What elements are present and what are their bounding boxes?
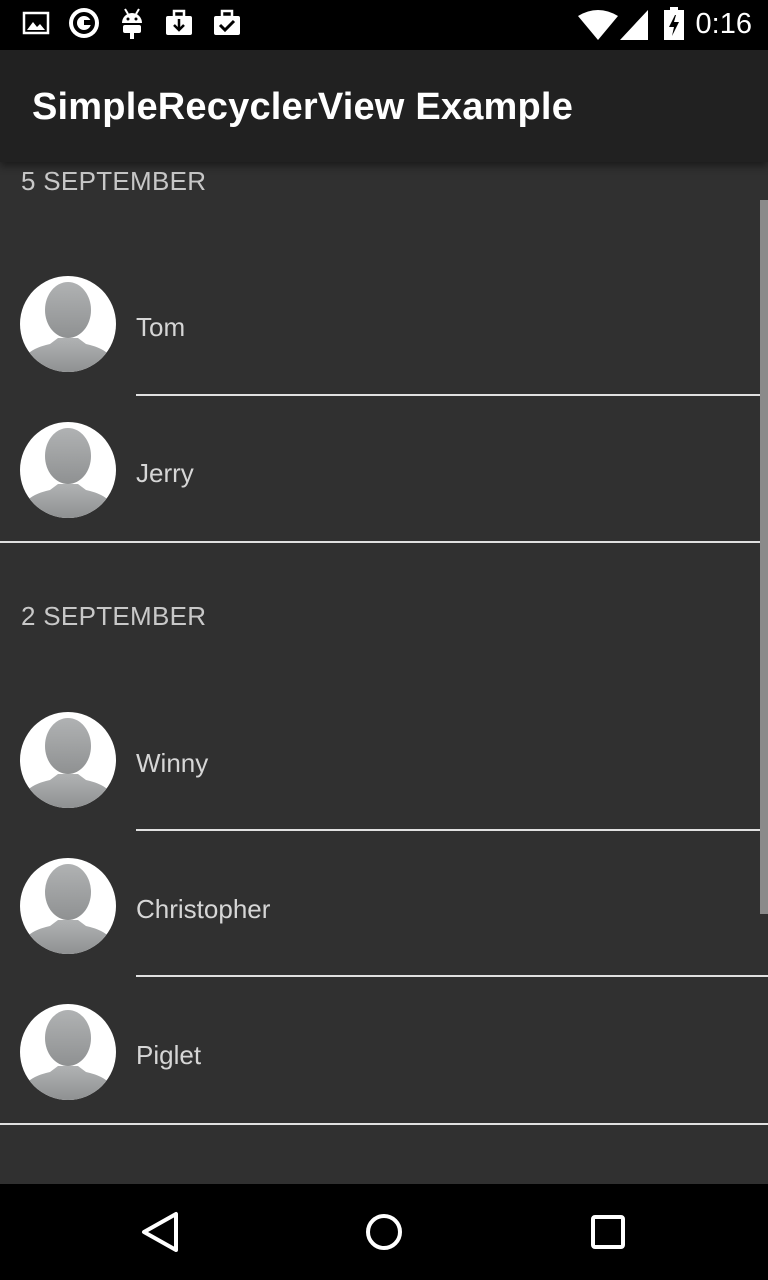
scrollbar[interactable] <box>760 200 768 914</box>
avatar <box>20 422 116 518</box>
briefcase-download-icon <box>164 9 194 42</box>
avatar <box>20 712 116 808</box>
list-item-name: Jerry <box>136 458 194 488</box>
recents-icon[interactable] <box>580 1204 636 1260</box>
home-icon[interactable] <box>356 1204 412 1260</box>
section-divider <box>0 1123 768 1125</box>
list-item[interactable]: Winny <box>0 712 768 858</box>
image-icon <box>22 9 50 42</box>
list-item[interactable]: Christopher <box>0 858 768 1004</box>
avatar <box>20 858 116 954</box>
list-item-name: Tom <box>136 312 186 342</box>
battery-charging-icon <box>663 7 685 46</box>
recycler-list[interactable]: 5 SEPTEMBER Tom Jerry 2 SEPTEMBER Winny … <box>0 162 768 1184</box>
list-item[interactable]: Jerry <box>0 422 768 568</box>
navigation-bar <box>0 1184 768 1280</box>
circle-app-icon <box>68 7 100 44</box>
divider <box>136 975 768 977</box>
back-icon[interactable] <box>132 1204 188 1260</box>
app-bar: SimpleRecyclerView Example <box>0 50 768 162</box>
page-title: SimpleRecyclerView Example <box>32 86 574 128</box>
cell-signal-icon <box>620 10 648 45</box>
avatar <box>20 1004 116 1100</box>
list-item[interactable]: Piglet <box>0 1004 768 1150</box>
divider <box>136 829 768 831</box>
android-debug-icon <box>120 7 144 46</box>
briefcase-check-icon <box>212 9 242 42</box>
list-item-name: Piglet <box>136 1040 202 1070</box>
list-item-name: Christopher <box>136 894 271 924</box>
status-bar: 0:16 <box>0 0 768 50</box>
status-time: 0:16 <box>695 8 752 40</box>
divider <box>136 394 768 396</box>
avatar <box>20 276 116 372</box>
section-header: 5 SEPTEMBER <box>21 166 207 196</box>
wifi-icon <box>578 10 618 45</box>
section-header: 2 SEPTEMBER <box>21 601 207 631</box>
list-item-name: Winny <box>136 748 209 778</box>
section-divider <box>0 541 768 543</box>
list-item[interactable]: Tom <box>0 276 768 422</box>
